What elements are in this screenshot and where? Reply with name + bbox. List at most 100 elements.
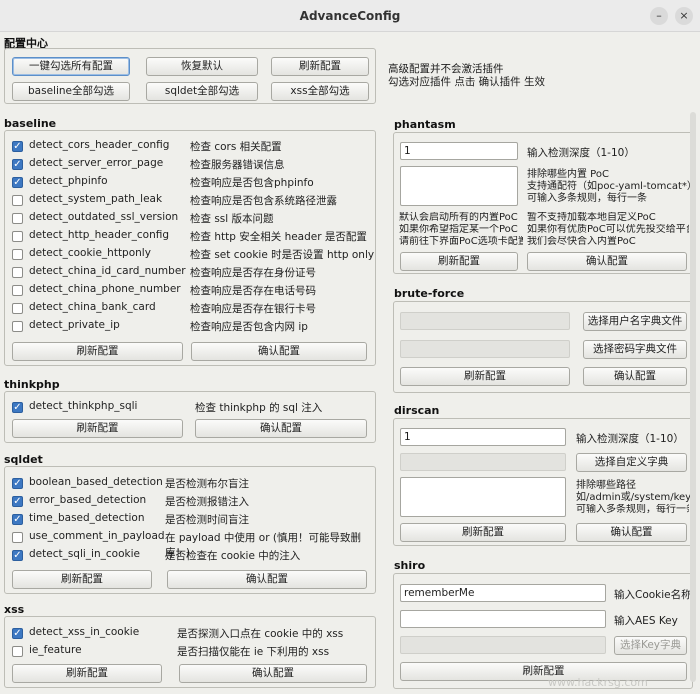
brute-force-confirm-button[interactable]: 确认配置: [583, 367, 687, 386]
checkbox-icon[interactable]: [12, 303, 23, 314]
checkbox-icon[interactable]: [12, 231, 23, 242]
checkbox-checked-icon[interactable]: ✓: [12, 550, 23, 561]
shiro-dict-button[interactable]: 选择Key字典: [614, 636, 687, 655]
sqldet-refresh-button[interactable]: 刷新配置: [12, 570, 152, 589]
dirscan-dict-path: [400, 453, 566, 471]
phantasm-depth-input[interactable]: 1: [400, 142, 518, 160]
sqldet-desc: 是否检测时间盲注: [165, 514, 249, 526]
close-button[interactable]: ×: [675, 7, 693, 25]
baseline-desc: 检查 ssl 版本问题: [190, 213, 274, 225]
checkbox-icon[interactable]: [12, 646, 23, 657]
checkbox-icon[interactable]: [12, 285, 23, 296]
thinkphp-group: ✓ detect_thinkphp_sqli 检查 thinkphp 的 sql …: [4, 391, 376, 443]
baseline-refresh-button[interactable]: 刷新配置: [12, 342, 183, 361]
window-titlebar: AdvanceConfig – ×: [0, 0, 700, 32]
baseline-label: baseline: [4, 117, 57, 130]
phantasm-refresh-button[interactable]: 刷新配置: [400, 252, 518, 271]
checkbox-icon[interactable]: [12, 532, 23, 543]
dirscan-depth-label: 输入检测深度（1-10）: [576, 433, 684, 445]
shiro-label: shiro: [394, 559, 426, 572]
baseline-desc: 检查 cors 相关配置: [190, 141, 282, 153]
dirscan-exclude-note-1: 排除哪些路径: [576, 480, 636, 491]
baseline-confirm-button[interactable]: 确认配置: [191, 342, 367, 361]
sqldet-label: sqldet: [4, 453, 43, 466]
config-center-group: 一键勾选所有配置 恢复默认 刷新配置 baseline全部勾选 sqldet全部…: [4, 48, 376, 104]
minimize-button[interactable]: –: [650, 7, 668, 25]
phantasm-exclude-note-3: 可输入多条规则，每行一条: [527, 193, 647, 204]
baseline-desc: 检查 set cookie 时是否设置 http only: [190, 249, 375, 261]
brute-force-group: 选择用户名字典文件 选择密码字典文件 刷新配置 确认配置: [393, 301, 693, 393]
phantasm-load-note-2: 如果你希望指定某一个PoC: [399, 224, 518, 235]
dirscan-group: 1 输入检测深度（1-10） 选择自定义字典 排除哪些路径 如/admin或/s…: [393, 418, 693, 546]
thinkphp-confirm-button[interactable]: 确认配置: [195, 419, 367, 438]
checkbox-checked-icon[interactable]: ✓: [12, 402, 23, 413]
xss-label: xss: [4, 603, 25, 616]
checkbox-checked-icon[interactable]: ✓: [12, 141, 23, 152]
checkbox-icon[interactable]: [12, 195, 23, 206]
scrollbar[interactable]: [690, 112, 696, 682]
dirscan-confirm-button[interactable]: 确认配置: [576, 523, 687, 542]
xss-confirm-button[interactable]: 确认配置: [179, 664, 367, 683]
baseline-desc: 检查响应是否包含内网 ip: [190, 321, 308, 333]
checkbox-checked-icon[interactable]: ✓: [12, 514, 23, 525]
password-dict-path: [400, 340, 570, 358]
phantasm-confirm-button[interactable]: 确认配置: [527, 252, 687, 271]
xss-group: ✓ detect_xss_in_cookie 是否探测入口点在 cookie 中的…: [4, 616, 376, 688]
select-all-config-button[interactable]: 一键勾选所有配置: [12, 57, 130, 76]
sqldet-confirm-button[interactable]: 确认配置: [167, 570, 367, 589]
dirscan-exclude-note-2: 如/admin或/system/key: [576, 492, 692, 503]
sqldet-desc: 是否检查在 cookie 中的注入: [165, 550, 301, 562]
thinkphp-label: thinkphp: [4, 378, 60, 391]
thinkphp-desc: 检查 thinkphp 的 sql 注入: [195, 402, 323, 414]
sqldet-desc: 是否检测布尔盲注: [165, 478, 249, 490]
phantasm-exclude-note-1: 排除哪些内置 PoC: [527, 169, 609, 180]
password-dict-button[interactable]: 选择密码字典文件: [583, 340, 687, 359]
dirscan-refresh-button[interactable]: 刷新配置: [400, 523, 566, 542]
shiro-dict-path: [400, 636, 606, 654]
phantasm-load-note-1: 默认会启动所有的内置PoC: [399, 212, 518, 223]
sqldet-desc: 是否检测报错注入: [165, 496, 249, 508]
xss-desc: 是否扫描仅能在 ie 下利用的 xss: [177, 646, 330, 658]
phantasm-load-note-3: 请前往下界面PoC选项卡配置: [399, 236, 523, 247]
username-dict-button[interactable]: 选择用户名字典文件: [583, 312, 687, 331]
checkbox-checked-icon[interactable]: ✓: [12, 496, 23, 507]
baseline-desc: 检查响应是否存在银行卡号: [190, 303, 316, 315]
baseline-select-all-button[interactable]: baseline全部勾选: [12, 82, 130, 101]
phantasm-custom-note-3: 我们会尽快合入内置PoC: [527, 236, 636, 247]
dirscan-exclude-textarea[interactable]: [400, 477, 566, 517]
shiro-cookie-label: 输入Cookie名称: [614, 589, 692, 601]
checkbox-checked-icon[interactable]: ✓: [12, 177, 23, 188]
checkbox-icon[interactable]: [12, 267, 23, 278]
xss-refresh-button[interactable]: 刷新配置: [12, 664, 162, 683]
shiro-cookie-input[interactable]: rememberMe: [400, 584, 606, 602]
baseline-desc: 检查响应是否存在电话号码: [190, 285, 316, 297]
baseline-desc: 检查 http 安全相关 header 是否配置: [190, 231, 367, 243]
checkbox-checked-icon[interactable]: ✓: [12, 478, 23, 489]
brute-force-refresh-button[interactable]: 刷新配置: [400, 367, 570, 386]
username-dict-path: [400, 312, 570, 330]
dirscan-custom-dict-button[interactable]: 选择自定义字典: [576, 453, 687, 472]
baseline-desc: 检查响应是否存在身份证号: [190, 267, 316, 279]
sqldet-select-all-button[interactable]: sqldet全部勾选: [146, 82, 258, 101]
baseline-desc: 检查服务器错误信息: [190, 159, 285, 171]
checkbox-checked-icon[interactable]: ✓: [12, 628, 23, 639]
restore-default-button[interactable]: 恢复默认: [146, 57, 258, 76]
config-note-2: 勾选对应插件 点击 确认插件 生效: [388, 76, 546, 88]
checkbox-checked-icon[interactable]: ✓: [12, 159, 23, 170]
brute-force-label: brute-force: [394, 287, 465, 300]
checkbox-icon[interactable]: [12, 321, 23, 332]
refresh-config-button[interactable]: 刷新配置: [271, 57, 369, 76]
xss-desc: 是否探测入口点在 cookie 中的 xss: [177, 628, 344, 640]
xss-select-all-button[interactable]: xss全部勾选: [271, 82, 369, 101]
baseline-desc: 检查响应是否包含phpinfo: [190, 177, 314, 189]
phantasm-depth-label: 输入检测深度（1-10）: [527, 147, 635, 159]
shiro-aes-input[interactable]: [400, 610, 606, 628]
dirscan-depth-input[interactable]: 1: [400, 428, 566, 446]
shiro-group: rememberMe 输入Cookie名称 输入AES Key 选择Key字典 …: [393, 573, 693, 689]
phantasm-custom-note-1: 暂不支持加载本地自定义PoC: [527, 212, 656, 223]
checkbox-icon[interactable]: [12, 249, 23, 260]
checkbox-icon[interactable]: [12, 213, 23, 224]
phantasm-exclude-textarea[interactable]: [400, 166, 518, 206]
sqldet-group: ✓ boolean_based_detection 是否检测布尔盲注 ✓ error…: [4, 466, 376, 594]
thinkphp-refresh-button[interactable]: 刷新配置: [12, 419, 183, 438]
